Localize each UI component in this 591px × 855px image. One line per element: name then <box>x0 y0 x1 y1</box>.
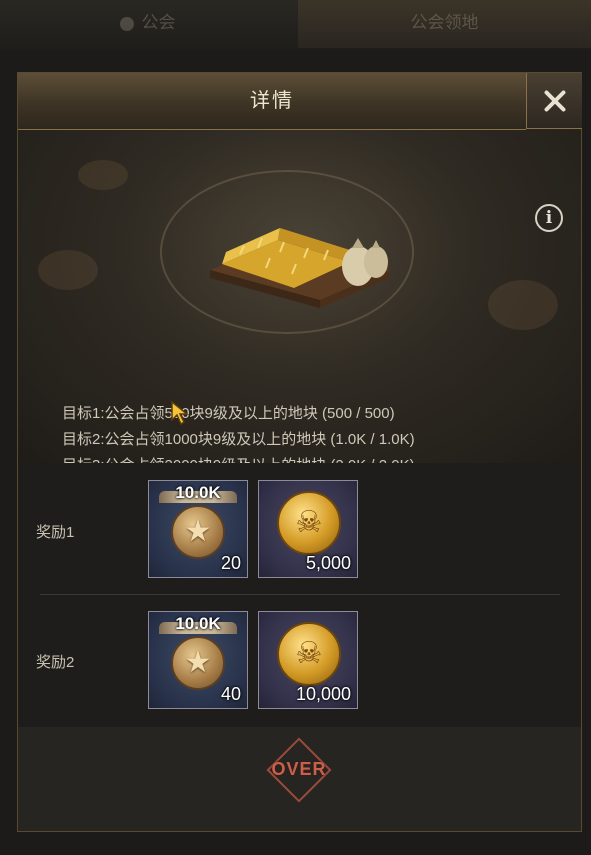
territory-scene: i 目标1:公会占领500块9级及以上的地块 (500 / 500) 目标2:公… <box>18 130 581 463</box>
item-quantity: 20 <box>220 553 241 573</box>
bokeh-light <box>78 160 128 190</box>
top-tab-bar: 公会 公会领地 <box>0 0 591 50</box>
dialog-header: 详情 <box>18 73 526 130</box>
over-stamp-text: OVER <box>271 759 327 779</box>
reward-row-label: 奖励1 <box>36 524 75 541</box>
skull-coin-icon: ☠ <box>277 491 341 555</box>
item-badge: 10.0K <box>175 483 221 502</box>
wheat-field-tile-image <box>210 228 390 308</box>
skull-coin-icon: ☠ <box>277 622 341 686</box>
goal-text-2: 目标2:公会占领1000块9级及以上的地块 (1.0K / 1.0K) <box>62 431 415 448</box>
item-quantity: 40 <box>220 684 241 704</box>
info-icon[interactable]: i <box>535 204 563 232</box>
skull-icon: ☠ <box>295 637 323 670</box>
pointer-cursor-icon <box>171 400 190 426</box>
star-icon: ★ <box>184 515 212 548</box>
details-dialog: 详情 i 目标1:公会占领500块9级及以上的地块 (500 / 500) 目标… <box>17 72 582 832</box>
bokeh-light <box>488 280 558 330</box>
tab-guild-territory[interactable]: 公会领地 <box>298 0 591 48</box>
medal-icon: ★ <box>171 636 225 690</box>
reward-item-medal[interactable]: 10.0K ★ 20 <box>148 480 248 578</box>
item-quantity: 5,000 <box>305 553 351 573</box>
dialog-title: 详情 <box>250 90 294 112</box>
guild-icon <box>119 16 134 31</box>
row-divider <box>40 594 560 595</box>
tab-guild[interactable]: 公会 <box>0 0 295 48</box>
bokeh-light <box>38 250 98 290</box>
skull-icon: ☠ <box>295 506 323 539</box>
star-icon: ★ <box>184 646 212 679</box>
close-button[interactable] <box>526 73 582 129</box>
medal-icon: ★ <box>171 505 225 559</box>
reward-list: 奖励1 10.0K ★ 20 ☠ 5,000 奖励2 10.0K ★ 40 ☠ … <box>18 463 581 727</box>
reward-item-coin[interactable]: ☠ 10,000 <box>258 611 358 709</box>
reward-row-label: 奖励2 <box>36 654 75 671</box>
item-badge: 10.0K <box>175 614 221 633</box>
reward-item-medal[interactable]: 10.0K ★ 40 <box>148 611 248 709</box>
goal-text-1: 目标1:公会占领500块9级及以上的地块 (500 / 500) <box>62 405 395 422</box>
item-quantity: 10,000 <box>295 684 351 704</box>
reward-item-coin[interactable]: ☠ 5,000 <box>258 480 358 578</box>
over-stamp: OVER <box>266 737 332 803</box>
goal-text-3: 目标3:公会占领2000块9级及以上的地块 (2.0K / 2.0K) <box>62 454 415 463</box>
